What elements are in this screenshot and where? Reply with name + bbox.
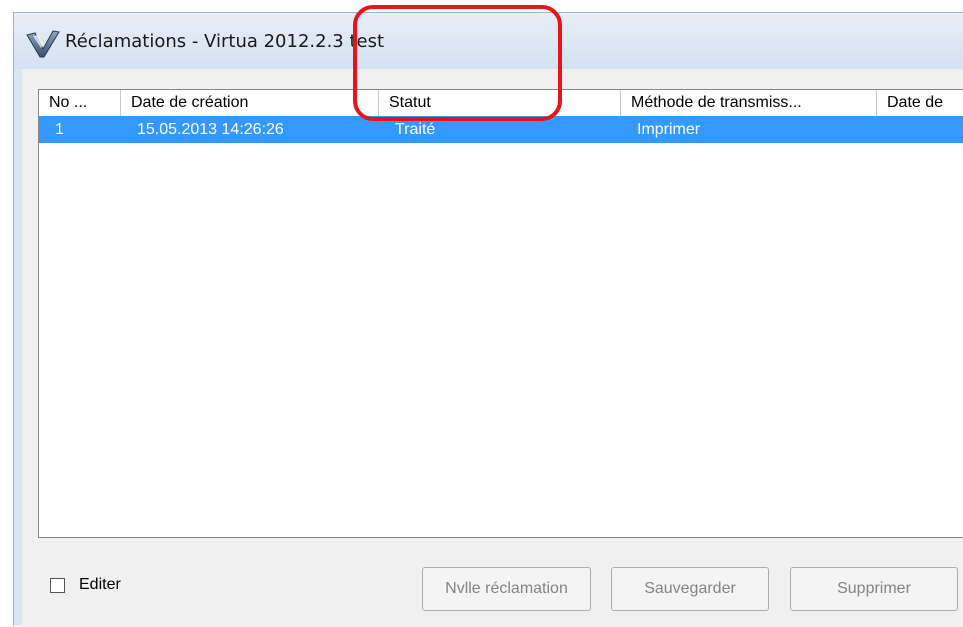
- cell-methode: Imprimer: [637, 121, 701, 138]
- supprimer-button[interactable]: Supprimer: [790, 567, 958, 611]
- column-header-date-creation[interactable]: Date de création: [121, 90, 379, 116]
- title-bar[interactable]: Réclamations - Virtua 2012.2.3 test: [14, 13, 963, 69]
- table-row[interactable]: 1 15.05.2013 14:26:26 Traité Imprimer: [39, 116, 963, 143]
- sauvegarder-button[interactable]: Sauvegarder: [611, 567, 769, 611]
- column-header-date[interactable]: Date de: [877, 90, 963, 116]
- window-title: Réclamations - Virtua 2012.2.3 test: [65, 31, 385, 52]
- editer-label[interactable]: Editer: [79, 576, 121, 594]
- editer-checkbox[interactable]: [50, 577, 65, 593]
- virtua-v-icon: [26, 30, 60, 58]
- reclamations-window: Réclamations - Virtua 2012.2.3 test No .…: [13, 12, 963, 627]
- client-area: No ... Date de création Statut Méthode d…: [22, 69, 963, 627]
- editer-checkbox-group[interactable]: Editer: [50, 575, 121, 595]
- cell-date: [877, 116, 963, 143]
- column-header-no[interactable]: No ...: [39, 90, 121, 116]
- column-header-statut[interactable]: Statut: [379, 90, 621, 116]
- nouvelle-reclamation-button[interactable]: Nvlle réclamation: [422, 567, 591, 611]
- column-header-methode[interactable]: Méthode de transmiss...: [621, 90, 877, 116]
- list-header: No ... Date de création Statut Méthode d…: [39, 90, 963, 117]
- cell-date-creation: 15.05.2013 14:26:26: [137, 121, 284, 138]
- cell-no: 1: [55, 121, 64, 138]
- left-background: [0, 220, 12, 626]
- reclamations-list[interactable]: No ... Date de création Statut Méthode d…: [38, 89, 963, 538]
- cell-statut: Traité: [395, 121, 436, 138]
